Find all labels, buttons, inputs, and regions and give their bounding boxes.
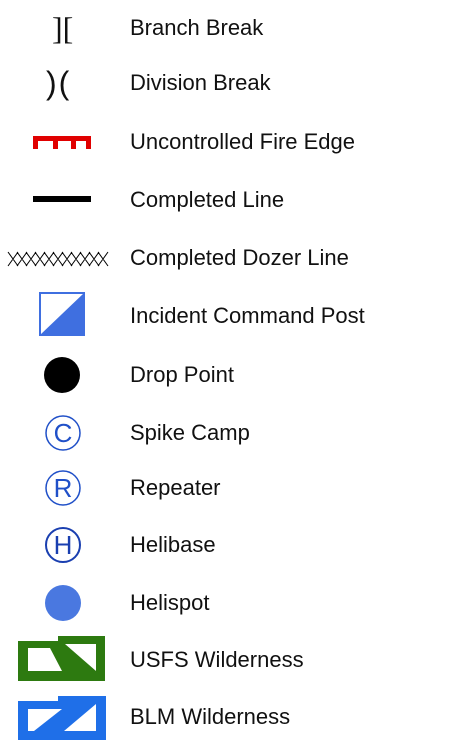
legend-row-repeater: R Repeater — [0, 463, 458, 513]
completed-dozer-line-icon — [7, 233, 150, 283]
legend-label: Completed Line — [130, 187, 285, 212]
helibase-icon: H — [10, 520, 150, 570]
division-break-icon: )( — [10, 58, 150, 108]
spike-camp-icon: C — [10, 408, 150, 458]
legend-row-incident-command-post: Incident Command Post — [0, 291, 458, 341]
legend-label: Helibase — [130, 532, 216, 557]
legend-row-drop-point: Drop Point — [0, 350, 458, 400]
legend-label: Completed Dozer Line — [130, 245, 349, 270]
legend-label: USFS Wilderness — [130, 647, 304, 672]
uncontrolled-fire-edge-icon — [10, 117, 150, 167]
legend-label: Uncontrolled Fire Edge — [130, 129, 356, 154]
branch-break-icon: ][ — [10, 3, 150, 53]
helispot-icon — [10, 578, 150, 628]
legend-row-completed-line: Completed Line — [0, 175, 458, 225]
repeater-icon: R — [10, 463, 150, 513]
legend-row-usfs-wilderness: USFS Wilderness — [0, 635, 458, 685]
incident-command-post-icon — [10, 291, 150, 341]
spike-camp-letter: C — [54, 418, 73, 448]
legend-label: Repeater — [130, 475, 221, 500]
legend-label: BLM Wilderness — [130, 704, 291, 729]
helibase-letter: H — [54, 530, 73, 560]
repeater-letter: R — [54, 473, 73, 503]
legend-row-completed-dozer-line: Completed Dozer Line — [0, 233, 458, 283]
legend-label: Incident Command Post — [130, 303, 365, 328]
legend-row-division-break: )( Division Break — [0, 58, 458, 108]
legend-label: Drop Point — [130, 362, 234, 387]
legend-row-helibase: H Helibase — [0, 520, 458, 570]
usfs-wilderness-icon — [10, 635, 150, 685]
branch-break-glyph: ][ — [52, 10, 74, 46]
blm-wilderness-icon — [10, 692, 150, 742]
drop-point-icon — [10, 350, 150, 400]
legend-label: Branch Break — [130, 15, 264, 40]
legend-label: Spike Camp — [130, 420, 250, 445]
legend-label: Helispot — [130, 590, 210, 615]
division-break-glyph: )( — [46, 65, 72, 101]
legend-row-uncontrolled-fire-edge: Uncontrolled Fire Edge — [0, 117, 458, 167]
legend-row-spike-camp: C Spike Camp — [0, 408, 458, 458]
map-legend: ][ Branch Break )( Division Break Uncont… — [0, 0, 458, 750]
completed-line-icon — [10, 175, 150, 225]
legend-row-blm-wilderness: BLM Wilderness — [0, 692, 458, 742]
legend-label: Division Break — [130, 70, 271, 95]
legend-row-helispot: Helispot — [0, 578, 458, 628]
legend-row-branch-break: ][ Branch Break — [0, 3, 458, 53]
